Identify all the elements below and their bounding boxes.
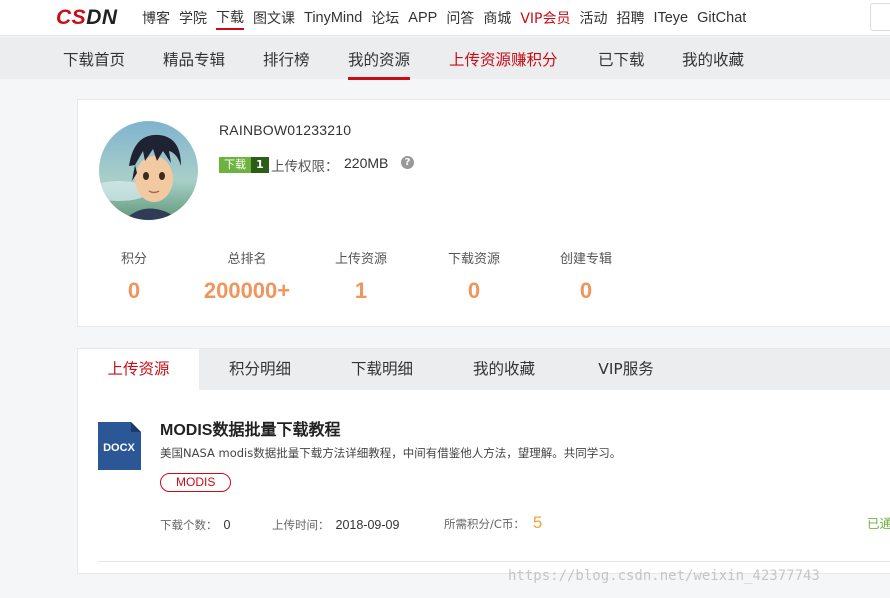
stat-uploads: 上传资源 1: [311, 248, 411, 304]
profile-card: RAINBOW01233210 下载 1 上传权限： 220MB ? 积分 0 …: [77, 99, 890, 327]
nav-iteye[interactable]: ITeye: [653, 10, 688, 26]
stat-downloads: 下载资源 0: [424, 248, 524, 304]
badge-level: 1: [251, 157, 269, 173]
stat-value: 0: [467, 278, 481, 303]
nav-app[interactable]: APP: [408, 10, 437, 26]
tab-favorites[interactable]: 我的收藏: [443, 349, 565, 390]
upload-quota-label: 上传权限：: [271, 159, 339, 175]
download-level-badge: 下载 1: [219, 157, 269, 173]
nav-gitchat[interactable]: GitChat: [697, 10, 746, 26]
stat-value: 0: [127, 278, 141, 303]
stat-label: 总排名: [227, 252, 267, 267]
stat-value: 200000+: [203, 278, 291, 303]
resource-title-rest[interactable]: 数据批量下载教程: [212, 420, 340, 439]
nav-jobs[interactable]: 招聘: [616, 8, 644, 28]
csdn-logo[interactable]: CSDN: [56, 6, 118, 30]
required-points-value: 5: [532, 513, 543, 532]
subnav-ranking[interactable]: 排行榜: [263, 48, 310, 70]
subnav-my-resources[interactable]: 我的资源: [348, 48, 411, 80]
resource-title[interactable]: MODIS数据批量下载教程: [160, 416, 340, 440]
resource-description: 美国NASA modis数据批量下载方法详细教程，中间有借鉴他人方法，望理解。共…: [160, 446, 622, 460]
nav-download[interactable]: 下载: [216, 7, 244, 30]
upload-quota-value: 220MB: [344, 155, 389, 171]
download-subnav: 下载首页 精品专辑 排行榜 我的资源 上传资源赚积分 已下载 我的收藏: [0, 37, 890, 80]
stat-rank: 总排名 200000+: [197, 248, 297, 304]
tab-download-detail[interactable]: 下载明细: [321, 349, 443, 390]
help-icon[interactable]: ?: [401, 156, 414, 169]
watermark: https://blog.csdn.net/weixin_42377743: [508, 568, 820, 584]
nav-events[interactable]: 活动: [579, 8, 607, 28]
stat-value: 0: [579, 278, 593, 303]
subnav-download-home[interactable]: 下载首页: [63, 48, 125, 70]
nav-forum[interactable]: 论坛: [371, 8, 399, 28]
required-points-label: 所需积分/C币：: [444, 517, 525, 531]
badge-label: 下载: [219, 157, 251, 173]
tab-uploads[interactable]: 上传资源: [78, 349, 199, 390]
nav-vip[interactable]: VIP会员: [520, 8, 570, 28]
stat-label: 积分: [120, 252, 147, 267]
required-points: 所需积分/C币： 5: [444, 513, 542, 533]
stat-points: 积分 0: [84, 248, 184, 304]
upload-time-label: 上传时间：: [272, 518, 330, 532]
tab-points-detail[interactable]: 积分明细: [199, 349, 321, 390]
stat-label: 上传资源: [334, 252, 387, 267]
top-nav-list: 博客 学院 下载 图文课 TinyMind 论坛 APP 问答 商城 VIP会员…: [142, 0, 755, 36]
subnav-upload-earn[interactable]: 上传资源赚积分: [449, 48, 558, 70]
stat-label: 下载资源: [447, 252, 500, 267]
stat-value: 1: [354, 278, 368, 303]
stat-label: 创建专辑: [559, 252, 612, 267]
status-badge: 已通: [867, 516, 890, 531]
divider: [98, 561, 890, 562]
top-navbar: CSDN 博客 学院 下载 图文课 TinyMind 论坛 APP 问答 商城 …: [0, 0, 890, 36]
docx-icon-label: DOCX: [103, 442, 135, 454]
nav-tinymind[interactable]: TinyMind: [304, 10, 362, 26]
download-count: 下载个数： 0: [160, 517, 230, 533]
username: RAINBOW01233210: [219, 122, 352, 138]
subnav-favorites[interactable]: 我的收藏: [682, 48, 744, 70]
subnav-featured-albums[interactable]: 精品专辑: [163, 48, 225, 70]
nav-qa[interactable]: 问答: [446, 8, 474, 28]
subnav-downloaded[interactable]: 已下载: [598, 48, 645, 70]
search-input[interactable]: [870, 3, 890, 31]
avatar[interactable]: [99, 121, 198, 220]
download-count-label: 下载个数：: [160, 518, 218, 532]
nav-academy[interactable]: 学院: [179, 8, 207, 28]
tab-vip-service[interactable]: VIP服务: [565, 349, 687, 390]
resource-tabs-card: 上传资源 积分明细 下载明细 我的收藏 VIP服务 DOCX MODIS数据批量…: [77, 348, 890, 574]
docx-file-icon: DOCX: [98, 422, 141, 470]
download-count-value: 0: [223, 518, 231, 532]
upload-time-value: 2018-09-09: [335, 518, 400, 532]
nav-blog[interactable]: 博客: [142, 8, 170, 28]
nav-course[interactable]: 图文课: [253, 8, 295, 28]
upload-time: 上传时间： 2018-09-09: [272, 517, 399, 533]
tab-bar: 上传资源 积分明细 下载明细 我的收藏 VIP服务: [78, 349, 890, 390]
resource-tag[interactable]: MODIS: [160, 473, 232, 492]
stat-albums: 创建专辑 0: [536, 248, 636, 304]
nav-mall[interactable]: 商城: [483, 8, 511, 28]
resource-title-latin[interactable]: MODIS: [160, 422, 212, 439]
